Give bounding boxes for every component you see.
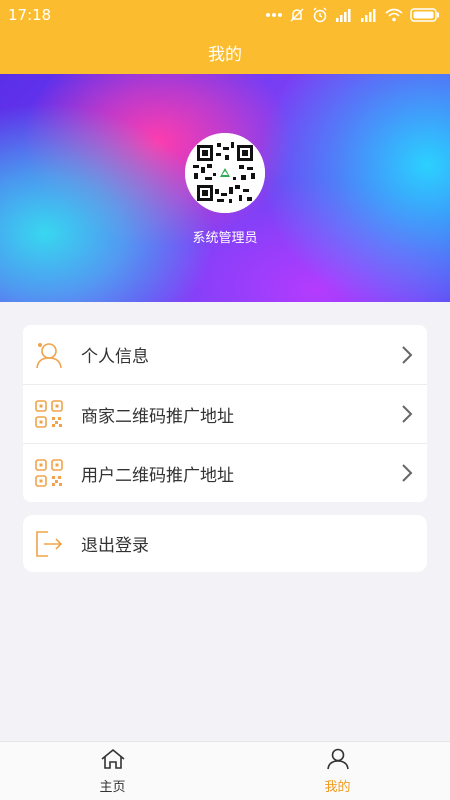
menu-item-personal-info[interactable]: 个人信息 — [23, 325, 427, 384]
signal-icon — [335, 8, 353, 22]
battery-icon — [410, 8, 440, 22]
wifi-icon — [385, 8, 403, 22]
menu-card: 个人信息 商家二维码推广地址 用户二维码推广地址 — [23, 325, 427, 502]
tab-label: 我的 — [324, 779, 351, 795]
bottom-tab-bar: 主页 我的 — [0, 741, 450, 800]
profile-icon — [326, 748, 350, 774]
tab-home[interactable]: 主页 — [0, 742, 225, 800]
more-dots-icon — [266, 12, 282, 18]
logout-icon — [34, 529, 64, 559]
page-title: 我的 — [208, 44, 242, 65]
avatar[interactable] — [185, 133, 265, 213]
logout-label: 退出登录 — [81, 536, 149, 556]
status-icons — [266, 7, 440, 23]
menu-item-user-qr[interactable]: 用户二维码推广地址 — [23, 443, 427, 502]
qr-code-icon — [34, 458, 64, 488]
chevron-right-icon — [401, 404, 413, 424]
tab-profile[interactable]: 我的 — [225, 742, 450, 800]
qr-avatar-image — [185, 133, 265, 213]
alarm-icon — [312, 7, 328, 23]
menu-item-label: 个人信息 — [81, 347, 149, 367]
menu-item-label: 商家二维码推广地址 — [81, 406, 234, 427]
user-info-icon — [34, 340, 64, 370]
mute-icon — [289, 7, 305, 23]
profile-banner: 系统管理员 — [0, 74, 450, 302]
status-bar: 17:18 — [0, 0, 450, 30]
chevron-right-icon — [401, 345, 413, 365]
menu-item-label: 用户二维码推广地址 — [81, 465, 234, 486]
qr-code-icon — [34, 399, 64, 429]
signal-2-icon — [360, 8, 378, 22]
user-name: 系统管理员 — [192, 231, 258, 246]
tab-label: 主页 — [99, 779, 126, 795]
home-icon — [100, 748, 126, 774]
logout-button[interactable]: 退出登录 — [23, 515, 427, 572]
menu-item-merchant-qr[interactable]: 商家二维码推广地址 — [23, 384, 427, 443]
status-time: 17:18 — [8, 6, 52, 24]
chevron-right-icon — [401, 463, 413, 483]
